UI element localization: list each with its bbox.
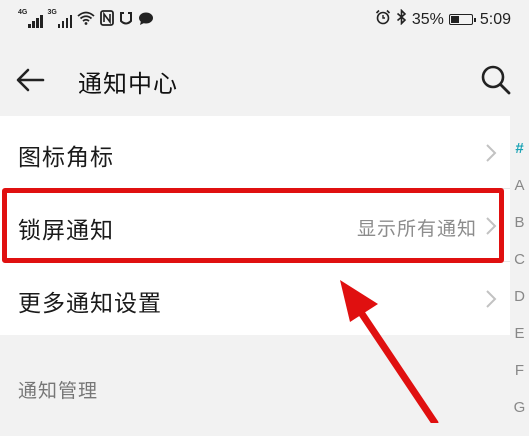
battery-icon — [448, 14, 476, 25]
back-button[interactable] — [12, 62, 48, 98]
list-item-label: 更多通知设置 — [18, 291, 162, 317]
chevron-right-icon — [486, 217, 497, 235]
section-header: 通知管理 — [18, 380, 99, 402]
notification-app-icon — [119, 10, 133, 30]
chevron-right-icon — [486, 290, 497, 308]
cellular-signal-icon: 4G — [18, 9, 43, 28]
index-letter[interactable]: D — [510, 288, 529, 325]
index-letter[interactable]: C — [510, 251, 529, 288]
index-letter[interactable]: A — [510, 177, 529, 214]
app-bar: 通知中心 — [0, 42, 529, 116]
index-letter[interactable]: F — [510, 362, 529, 399]
index-letter[interactable]: G — [510, 399, 529, 436]
chevron-right-icon — [486, 144, 497, 162]
list-item-icon-badges[interactable]: 图标角标 — [0, 116, 510, 189]
list-item-label: 图标角标 — [18, 145, 114, 171]
search-button[interactable] — [478, 62, 514, 98]
list-item-lock-screen-notifications[interactable]: 锁屏通知 显示所有通知 — [0, 189, 510, 262]
list-item-more-notification-settings[interactable]: 更多通知设置 — [0, 262, 510, 335]
alarm-icon — [375, 9, 391, 30]
page-title: 通知中心 — [78, 70, 178, 98]
network-type-label-2: 3G — [47, 9, 57, 16]
settings-list: 图标角标 锁屏通知 显示所有通知 更多通知设置 — [0, 116, 510, 335]
wifi-icon — [77, 11, 95, 29]
status-right: 35% 5:09 — [375, 8, 511, 30]
nfc-icon — [100, 10, 114, 30]
index-letter[interactable]: B — [510, 214, 529, 251]
network-type-label: 4G — [18, 9, 28, 16]
search-icon — [481, 65, 511, 95]
list-item-label: 锁屏通知 — [18, 218, 114, 244]
index-letter[interactable]: E — [510, 325, 529, 362]
back-arrow-icon — [16, 68, 45, 92]
bluetooth-icon — [396, 8, 407, 30]
message-icon — [138, 11, 154, 30]
cellular-signal-icon-2: 3G — [47, 9, 72, 28]
index-letter[interactable]: # — [510, 140, 529, 177]
battery-percent: 35% — [411, 10, 444, 28]
alphabet-index[interactable]: # A B C D E F G — [510, 140, 529, 436]
clock: 5:09 — [479, 10, 511, 28]
status-bar: 4G 3G 35% 5:09 — [0, 0, 529, 42]
status-left: 4G 3G — [18, 9, 154, 30]
list-item-value: 显示所有通知 — [356, 218, 477, 240]
